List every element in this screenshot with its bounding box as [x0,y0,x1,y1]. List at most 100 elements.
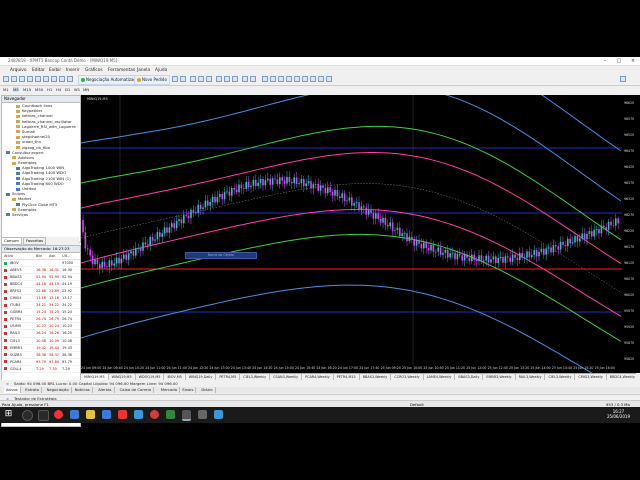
menu-graficos[interactable]: Gráficos [85,68,103,73]
data-window-icon[interactable] [27,76,33,82]
toolbox-tab[interactable]: Alertas [96,387,115,393]
fibonacci-icon[interactable] [310,76,316,82]
menu-ajuda[interactable]: Ajuda [155,68,167,73]
horizontal-line-icon[interactable] [286,76,292,82]
edge-icon[interactable] [70,410,79,419]
toolbox-tab[interactable]: Sinais [180,387,197,393]
period-icon[interactable] [262,76,268,82]
line-chart-icon[interactable] [206,76,212,82]
timeframe-m30[interactable]: M30 [35,87,43,92]
market-row[interactable]: BRFS3 22.88 22.89 22.92 [2,288,80,296]
candlestick-icon[interactable] [198,76,204,82]
toolbox-tab[interactable]: Ativos [4,387,21,393]
menu-editar[interactable]: Editar [32,68,45,73]
toolbox-tab[interactable]: Notícias [73,387,93,393]
timeframe-w1[interactable]: W1 [74,87,80,92]
navigator-item[interactable]: Serviços [2,212,80,217]
indicators-icon[interactable] [242,76,248,82]
app-icon-1[interactable] [118,410,127,419]
trendline-icon[interactable] [294,76,300,82]
metatrader-icon[interactable] [182,410,191,421]
app-icon-3[interactable] [198,410,207,419]
chrome-icon[interactable] [150,410,159,419]
windows-start-icon[interactable]: ⊞ [4,410,13,419]
market-row[interactable]: CIEL3 10.08 10.09 10.08 [2,338,80,345]
task-view-icon[interactable] [38,410,49,421]
col-last[interactable]: Últ... [62,253,70,259]
market-row[interactable]: RAIL3 16.24 16.26 16.25 [2,330,80,338]
crosshair-icon[interactable] [270,76,276,82]
market-row[interactable]: BBDC4 44.18 44.19 44.19 [2,281,80,289]
options-icon[interactable] [67,76,73,82]
menu-arquivo[interactable]: Arquivo [10,68,26,73]
templates-icon[interactable] [250,76,256,82]
chart-shift-icon[interactable] [232,76,238,82]
autotrading-button[interactable]: Negociação Automatizada [78,75,142,85]
toolbox-tab[interactable]: Extrato [23,387,43,393]
browser-icon[interactable] [54,410,63,419]
market-row[interactable]: SUZB3 38.36 38.37 38.36 [2,352,80,359]
skype-icon[interactable] [214,410,223,419]
market-row[interactable]: PETR4 26.74 26.75 26.74 [2,316,80,324]
bar-chart-icon[interactable] [190,76,196,82]
arrow-tool-icon[interactable] [326,76,332,82]
market-row[interactable]: BBAS3 52.94 52.95 52.94 [2,274,80,282]
editor-icon[interactable] [59,76,65,82]
menu-ferramentas[interactable]: Ferramentas [108,68,135,73]
market-row[interactable]: EMBR3 19.42 19.44 19.43 [2,345,80,352]
profiles-icon[interactable] [11,76,17,82]
file-explorer-icon[interactable] [86,410,95,419]
taskbar-clock[interactable]: 16:27 25/06/2019 [607,409,630,419]
chart-canvas[interactable] [81,95,622,373]
col-ask[interactable]: Ask [49,253,55,259]
minimize-icon[interactable]: – [598,57,612,65]
market-row[interactable]: CMIG4 13.16 13.16 13.17 [2,295,80,303]
channel-icon[interactable] [302,76,308,82]
col-bid[interactable]: Bid [36,253,42,259]
timeframe-d1[interactable]: D1 [65,87,70,92]
new-order-button[interactable]: Novo Pedido [134,75,170,85]
toolbox-icon[interactable] [43,76,49,82]
menu-inserir[interactable]: Inserir [66,68,80,73]
menu-janela[interactable]: Janela [137,68,150,73]
menu-exibir[interactable]: Exibir [49,68,61,73]
store-icon[interactable] [102,410,111,419]
app-icon-2[interactable] [134,410,143,419]
search-taskbar-icon[interactable] [22,410,33,421]
navigator-icon[interactable] [35,76,41,82]
excel-icon[interactable] [166,410,175,419]
autoscroll-icon[interactable] [224,76,230,82]
text-tool-icon[interactable] [318,76,324,82]
timeframe-h4[interactable]: H4 [56,87,61,92]
toolbox-tab[interactable]: Caixa de Correio [118,387,155,393]
toolbox-tab[interactable]: Mercado [159,387,181,393]
new-chart-icon[interactable] [3,76,9,82]
market-row[interactable]: GOLL4 7.29 7.30 7.29 [2,366,80,373]
toolbox-tab[interactable]: Negociação [45,387,72,393]
strategy-tester-icon[interactable] [51,76,57,82]
market-row[interactable]: IBOV 97050 [2,260,80,268]
tab-comum[interactable]: Comum [1,237,22,245]
grid-icon[interactable] [216,76,222,82]
market-row[interactable]: ITUB4 34.21 34.22 34.22 [2,302,80,310]
market-row[interactable]: PCAR4 93.79 93.80 93.79 [2,359,80,366]
price-chart[interactable]: MINIQ19,M5 Nome do Objeto [81,95,622,373]
market-watch-icon[interactable] [19,76,25,82]
market-row[interactable]: GGBR4 15.24 15.25 15.24 [2,309,80,317]
col-ativo[interactable]: Ativo [4,253,13,259]
toolbox-tab[interactable]: Diário [199,387,216,393]
timeframe-m1[interactable]: M1 [3,87,9,92]
market-row[interactable]: ABEV3 16.38 16.31 16.30 [2,267,80,275]
zoom-in-icon[interactable] [172,76,178,82]
close-icon[interactable]: × [626,57,640,65]
search-icon[interactable] [620,76,626,82]
timeframe-m5[interactable]: M5 [13,87,19,92]
maximize-icon[interactable]: □ [612,57,626,65]
timeframe-h1[interactable]: H1 [47,87,52,92]
market-row[interactable]: USIM5 10.23 10.24 10.23 [2,323,80,331]
tab-favoritos[interactable]: Favoritos [23,237,47,245]
close-toolbox-icon[interactable]: × [6,380,9,387]
vertical-line-icon[interactable] [278,76,284,82]
timeframe-mn[interactable]: MN [83,87,89,92]
timeframe-m15[interactable]: M15 [23,87,31,92]
